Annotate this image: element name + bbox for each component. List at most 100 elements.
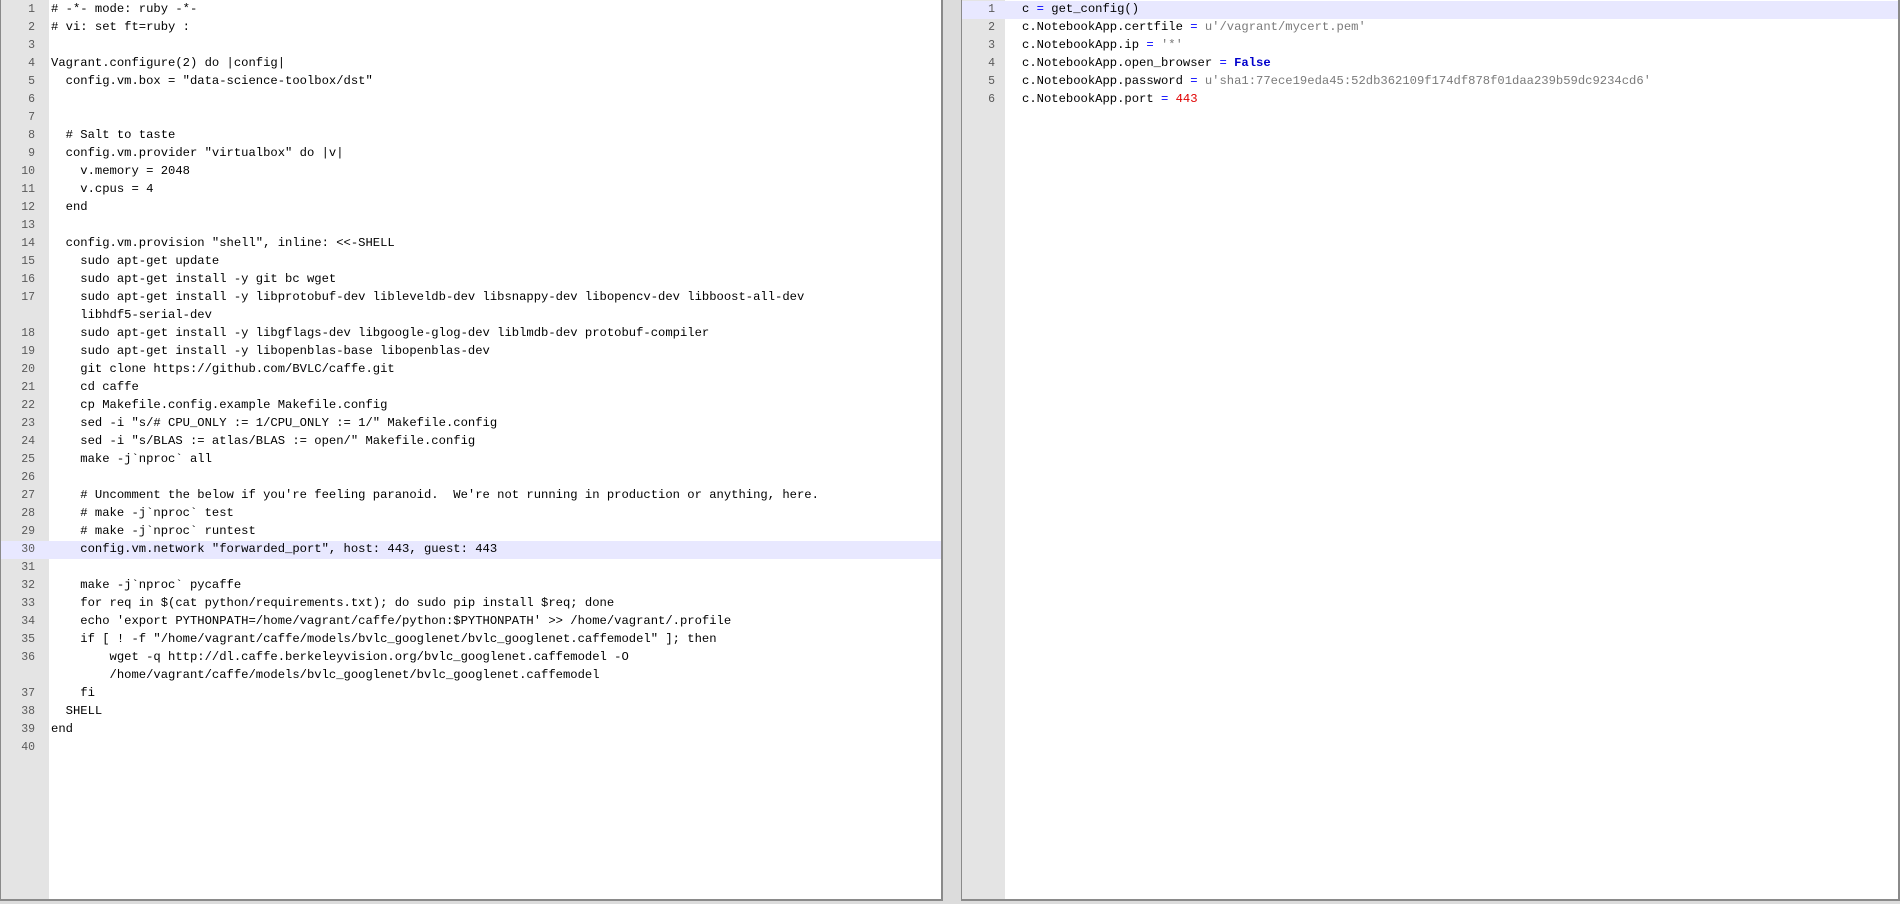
code-line[interactable]: 25 make -j`nproc` all [1,451,941,469]
line-text: v.cpus = 4 [51,182,154,196]
code-token: False [1234,56,1271,70]
code-line[interactable]: 37 fi [1,685,941,703]
line-number: 25 [21,453,35,466]
code-line[interactable]: 16 sudo apt-get install -y git bc wget [1,271,941,289]
line-number: 16 [21,273,35,286]
code-line[interactable]: libhdf5-serial-dev [1,307,941,325]
code-line[interactable]: 6 c.NotebookApp.port = 443 [962,91,1898,109]
code-line[interactable]: 38 SHELL [1,703,941,721]
line-number: 33 [21,597,35,610]
code-line[interactable]: 7 [1,109,941,127]
code-line[interactable]: 3 c.NotebookApp.ip = '*' [962,37,1898,55]
line-number: 11 [21,183,35,196]
code-token: u'sha1:77ece19eda45:52db362109f174df878f… [1204,74,1651,88]
code-line[interactable]: 35 if [ ! -f "/home/vagrant/caffe/models… [1,631,941,649]
code-line[interactable]: 8 # Salt to taste [1,127,941,145]
code-line[interactable]: 13 [1,217,941,235]
code-token: c.NotebookApp.password [1022,74,1183,88]
left-editor-pane[interactable]: 1 # -*- mode: ruby -*- 2 # vi: set ft=ruby … [0,0,943,901]
code-line[interactable]: 10 v.memory = 2048 [1,163,941,181]
line-number: 4 [28,57,35,70]
line-text: c.NotebookApp.certfile = u'/vagrant/myce… [1022,19,1366,36]
line-text: wget -q http://dl.caffe.berkeleyvision.o… [51,650,629,664]
code-line[interactable]: 30 config.vm.network "forwarded_port", h… [1,541,941,559]
line-text: sudo apt-get update [51,254,220,268]
code-line[interactable]: 27 # Uncomment the below if you're feeli… [1,487,941,505]
code-lines[interactable]: 1 # -*- mode: ruby -*- 2 # vi: set ft=ruby … [1,1,941,757]
line-text: c.NotebookApp.password = u'sha1:77ece19e… [1022,73,1651,90]
code-line[interactable]: 4 c.NotebookApp.open_browser = False [962,55,1898,73]
line-text: # make -j`nproc` test [51,506,234,520]
line-number: 13 [21,219,35,232]
line-number: 22 [21,399,35,412]
code-line[interactable]: 32 make -j`nproc` pycaffe [1,577,941,595]
line-text: end [51,200,88,214]
line-number: 14 [21,237,35,250]
code-line[interactable]: 39 end [1,721,941,739]
line-number: 23 [21,417,35,430]
line-text: # Uncomment the below if you're feeling … [51,488,819,502]
code-line[interactable]: 12 end [1,199,941,217]
code-line[interactable]: 19 sudo apt-get install -y libopenblas-b… [1,343,941,361]
code-line[interactable]: 4 Vagrant.configure(2) do |config| [1,55,941,73]
line-number: 36 [21,651,35,664]
line-number: 1 [28,3,35,16]
line-text: sudo apt-get install -y libopenblas-base… [51,344,490,358]
right-editor-pane[interactable]: 1 c = get_config() 2 c.NotebookApp.certfile… [961,0,1900,901]
line-number: 31 [21,561,35,574]
code-line[interactable]: 3 [1,37,941,55]
code-line[interactable]: 29 # make -j`nproc` runtest [1,523,941,541]
line-number: 7 [28,111,35,124]
code-line[interactable]: 17 sudo apt-get install -y libprotobuf-d… [1,289,941,307]
line-number: 1 [988,3,995,16]
line-number: 40 [21,741,35,754]
code-line[interactable]: 1 c = get_config() [962,1,1898,19]
line-text: libhdf5-serial-dev [51,308,212,322]
line-number: 34 [21,615,35,628]
code-line[interactable]: 24 sed -i "s/BLAS := atlas/BLAS := open/… [1,433,941,451]
code-line[interactable]: 1 # -*- mode: ruby -*- [1,1,941,19]
code-line[interactable]: 9 config.vm.provider "virtualbox" do |v| [1,145,941,163]
code-line[interactable]: 18 sudo apt-get install -y libgflags-dev… [1,325,941,343]
line-text: sudo apt-get install -y git bc wget [51,272,337,286]
line-number: 27 [21,489,35,502]
code-line[interactable]: 26 [1,469,941,487]
code-line[interactable]: 14 config.vm.provision "shell", inline: … [1,235,941,253]
code-line[interactable]: 11 v.cpus = 4 [1,181,941,199]
code-line[interactable]: /home/vagrant/caffe/models/bvlc_googlene… [1,667,941,685]
line-number: 39 [21,723,35,736]
code-line[interactable]: 2 # vi: set ft=ruby : [1,19,941,37]
line-text: sed -i "s/# CPU_ONLY := 1/CPU_ONLY := 1/… [51,416,498,430]
line-number: 2 [28,21,35,34]
code-token: c.NotebookApp.ip [1022,38,1140,52]
line-number: 5 [28,75,35,88]
code-line[interactable]: 2 c.NotebookApp.certfile = u'/vagrant/myc… [962,19,1898,37]
line-number: 10 [21,165,35,178]
code-line[interactable]: 22 cp Makefile.config.example Makefile.c… [1,397,941,415]
code-line[interactable]: 40 [1,739,941,757]
code-line[interactable]: 33 for req in $(cat python/requirements.… [1,595,941,613]
code-line[interactable]: 36 wget -q http://dl.caffe.berkeleyvisio… [1,649,941,667]
line-text: config.vm.provision "shell", inline: <<-… [51,236,395,250]
line-text: echo 'export PYTHONPATH=/home/vagrant/ca… [51,614,732,628]
code-token: = [1212,56,1235,70]
code-line[interactable]: 5 c.NotebookApp.password = u'sha1:77ece19… [962,73,1898,91]
line-text: if [ ! -f "/home/vagrant/caffe/models/bv… [51,632,717,646]
line-text: cp Makefile.config.example Makefile.conf… [51,398,388,412]
pane-splitter[interactable] [943,0,961,904]
code-line[interactable]: 5 config.vm.box = "data-science-toolbox/… [1,73,941,91]
line-text: fi [51,686,95,700]
code-line[interactable]: 21 cd caffe [1,379,941,397]
code-line[interactable]: 28 # make -j`nproc` test [1,505,941,523]
line-number: 38 [21,705,35,718]
code-line[interactable]: 31 [1,559,941,577]
code-line[interactable]: 23 sed -i "s/# CPU_ONLY := 1/CPU_ONLY :=… [1,415,941,433]
code-line[interactable]: 6 [1,91,941,109]
code-line[interactable]: 20 git clone https://github.com/BVLC/caf… [1,361,941,379]
code-lines[interactable]: 1 c = get_config() 2 c.NotebookApp.certfile… [962,1,1898,109]
code-line[interactable]: 15 sudo apt-get update [1,253,941,271]
line-number: 8 [28,129,35,142]
line-number: 6 [988,93,995,106]
line-number: 2 [988,21,995,34]
code-line[interactable]: 34 echo 'export PYTHONPATH=/home/vagrant… [1,613,941,631]
